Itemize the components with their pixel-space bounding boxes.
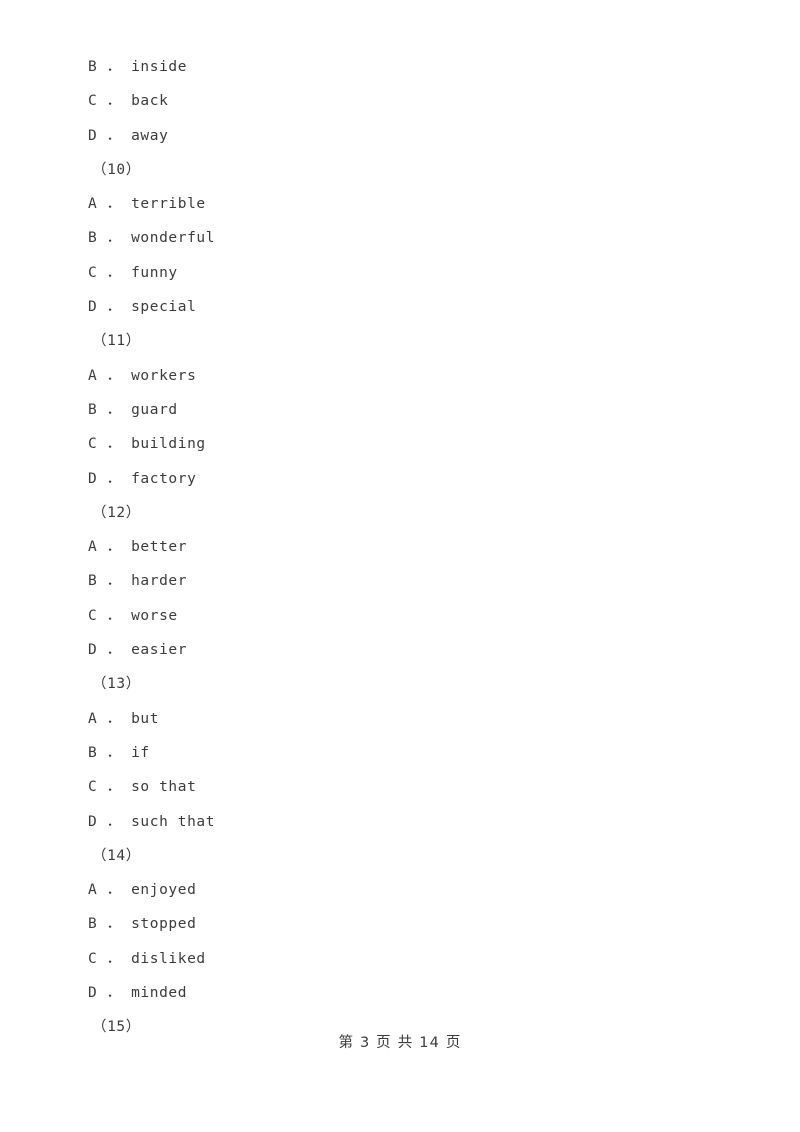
answer-option: C ． disliked	[88, 950, 206, 967]
answer-option: D ． easier	[88, 642, 188, 659]
answer-option: C ． back	[88, 93, 169, 110]
question-number: （12）	[92, 504, 141, 521]
question-number: （10）	[92, 161, 141, 178]
answer-option: D ． away	[88, 127, 169, 144]
answer-option: C ． funny	[88, 264, 178, 281]
answer-option: A ． terrible	[88, 196, 206, 213]
answer-option: A ． enjoyed	[88, 882, 197, 899]
document-page: B ． inside C ． back D ． away （10） A ． terrib…	[0, 0, 800, 1132]
question-options-list: B ． inside C ． back D ． away （10） A ． terrib…	[88, 50, 708, 1045]
answer-option: A ． but	[88, 710, 160, 727]
answer-option: A ． better	[88, 539, 188, 556]
page-footer: 第 3 页 共 14 页	[338, 1035, 462, 1051]
answer-option: C ． so that	[88, 779, 197, 796]
answer-option: D ． such that	[88, 813, 216, 830]
answer-option: D ． special	[88, 299, 197, 316]
question-number: （13）	[92, 676, 141, 693]
answer-option: B ． if	[88, 744, 150, 761]
answer-option: B ． inside	[88, 59, 188, 75]
answer-option: B ． harder	[88, 573, 188, 590]
answer-option: B ． stopped	[88, 916, 197, 933]
answer-option: D ． minded	[88, 985, 188, 1002]
answer-option: D ． factory	[88, 470, 197, 487]
answer-option: B ． guard	[88, 401, 178, 418]
question-number: （14）	[92, 847, 141, 864]
answer-option: C ． worse	[88, 607, 178, 624]
answer-option: B ． wonderful	[88, 230, 216, 247]
question-number: （11）	[92, 333, 141, 350]
answer-option: C ． building	[88, 436, 206, 453]
answer-option: A ． workers	[88, 367, 197, 384]
